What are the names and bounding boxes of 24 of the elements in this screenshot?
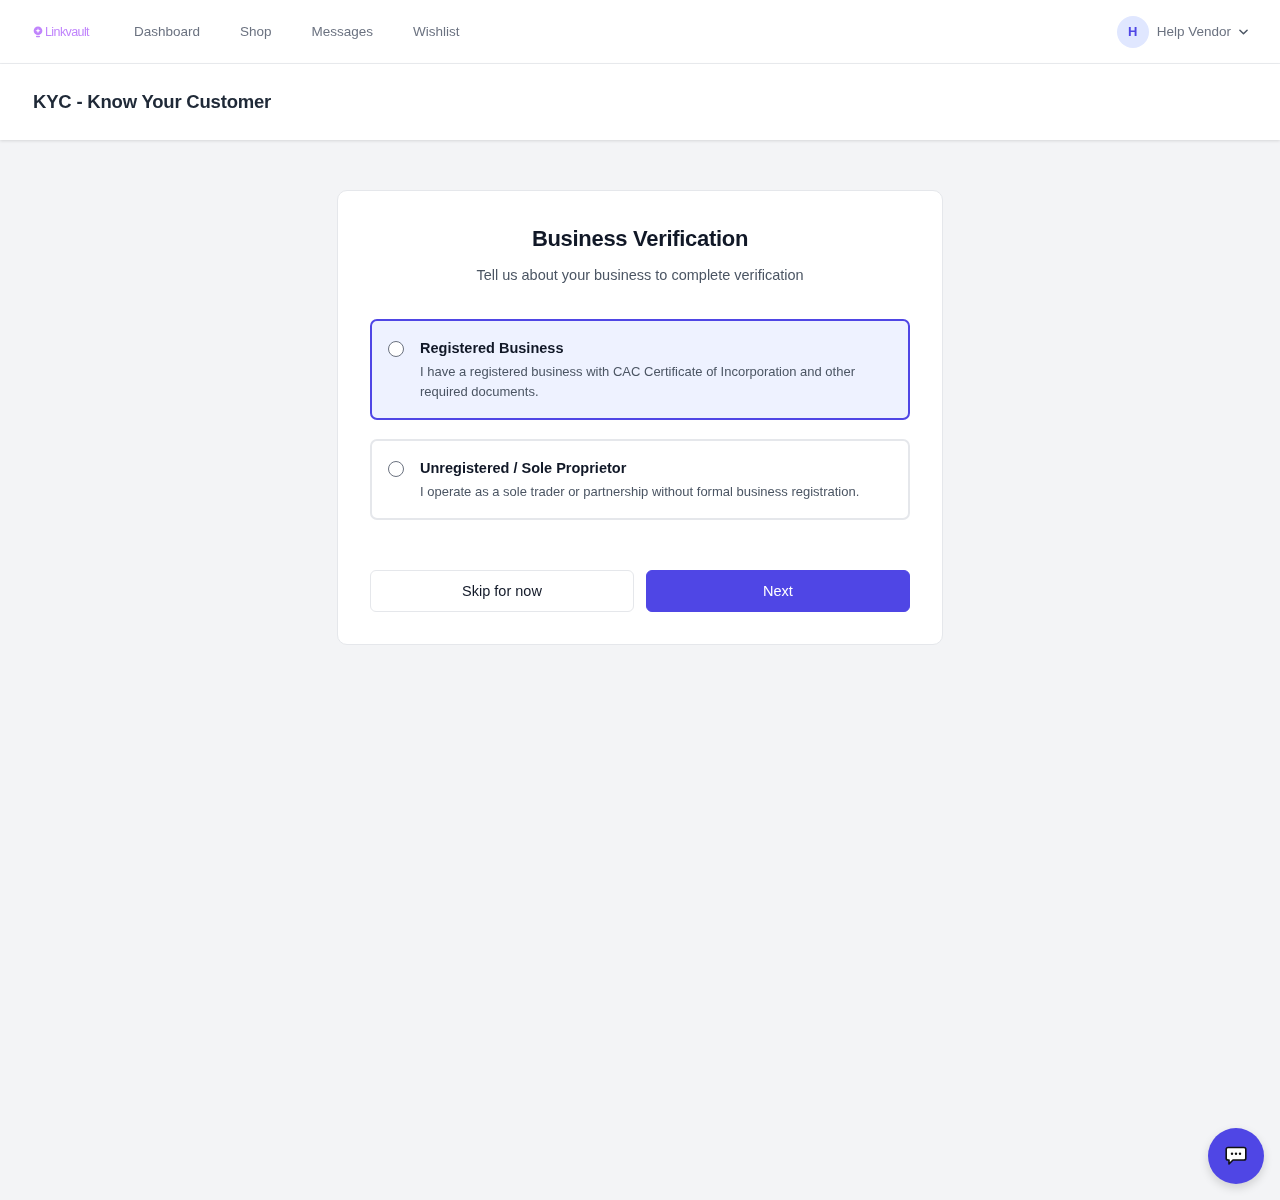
option-card[interactable]: Registered Business I have a registered business with CAC Certificate of Incorporation and other required documents. <box>370 319 910 420</box>
option-title: Registered Business <box>420 340 565 356</box>
radio-button[interactable] <box>388 341 404 357</box>
option-description: I operate as a sole trader or partnership without formal business registration. <box>420 483 860 501</box>
nav-link[interactable]: Dashboard <box>133 24 200 39</box>
chevron-down-icon <box>1239 28 1248 35</box>
option-title: Unregistered / Sole Proprietor <box>420 460 628 476</box>
next-button[interactable]: Next <box>646 570 910 612</box>
user-menu-button[interactable]: Help Vendor <box>1156 24 1248 39</box>
nav-link[interactable]: Shop <box>240 24 272 39</box>
user-avatar: H <box>1116 15 1149 48</box>
card-subtitle: Tell us about your business to complete verification <box>475 267 805 283</box>
radio-button[interactable] <box>388 461 404 477</box>
chat-button[interactable] <box>1208 1128 1264 1184</box>
page-title: KYC - Know Your Customer <box>33 91 272 113</box>
skip-button[interactable]: Skip for now <box>370 570 634 612</box>
chat-bubble-icon <box>1225 1146 1247 1166</box>
card-title: Business Verification <box>530 226 750 252</box>
option-card[interactable]: Unregistered / Sole Proprietor I operate as a sole trader or partnership without formal business registration. <box>370 439 910 520</box>
option-description: I have a registered business with CAC Certificate of Incorporation and other required documents. <box>420 363 856 401</box>
logo-text[interactable]: Linkvault <box>45 24 89 39</box>
nav-link[interactable]: Messages <box>311 24 374 39</box>
bulb-icon[interactable] <box>33 25 43 38</box>
nav-link[interactable]: Wishlist <box>413 24 460 39</box>
